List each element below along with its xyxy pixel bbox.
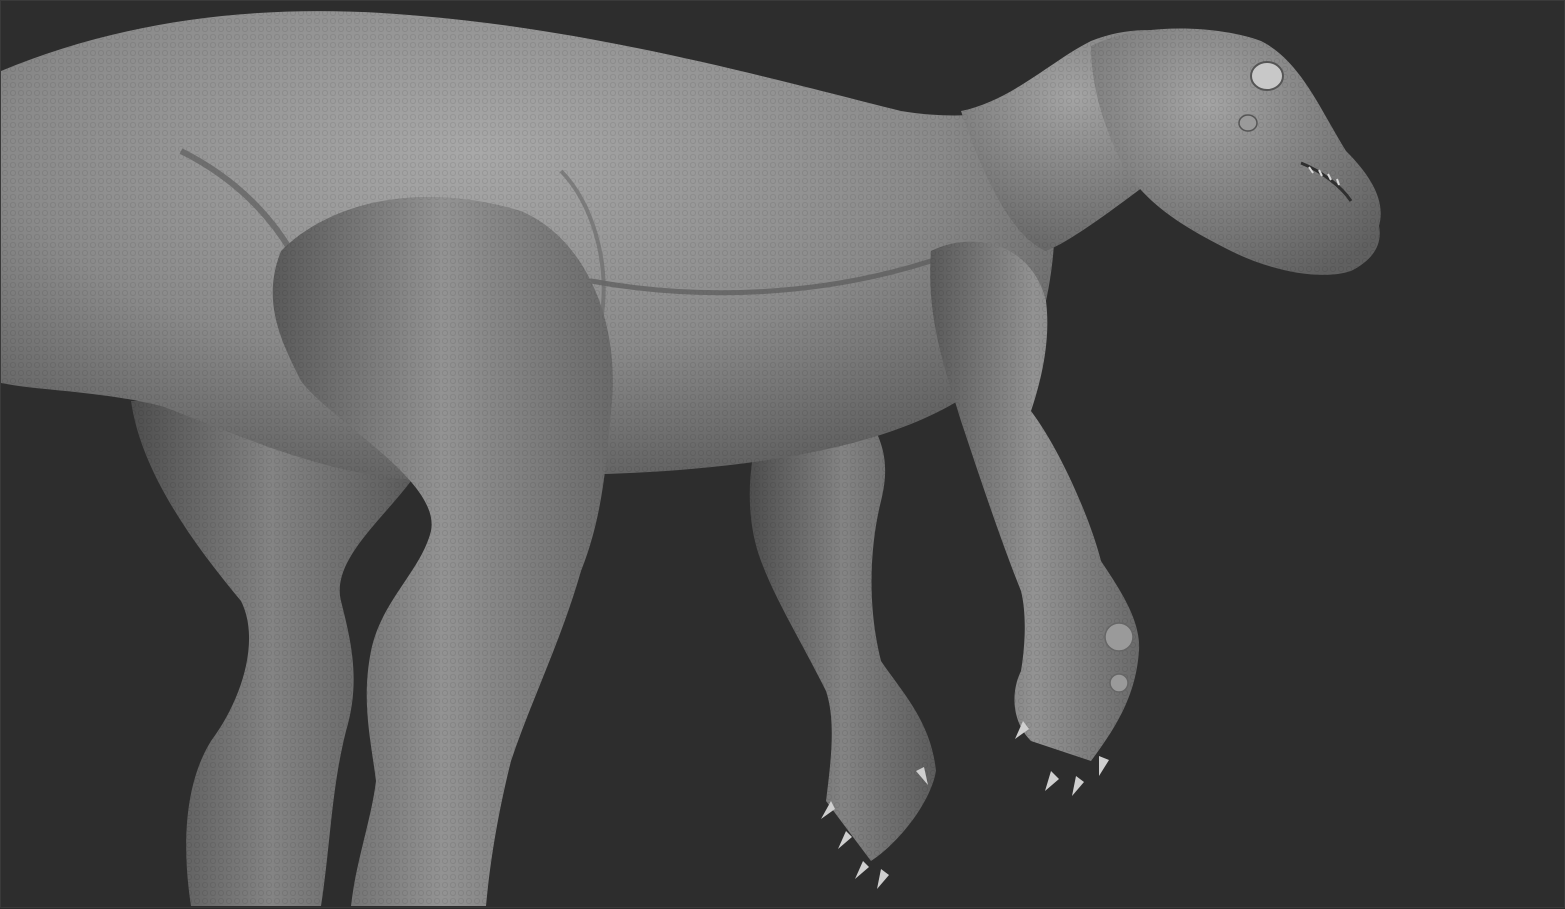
3d-viewport[interactable] xyxy=(0,0,1565,908)
sculpt-render xyxy=(1,11,1381,906)
eye xyxy=(1250,61,1284,91)
